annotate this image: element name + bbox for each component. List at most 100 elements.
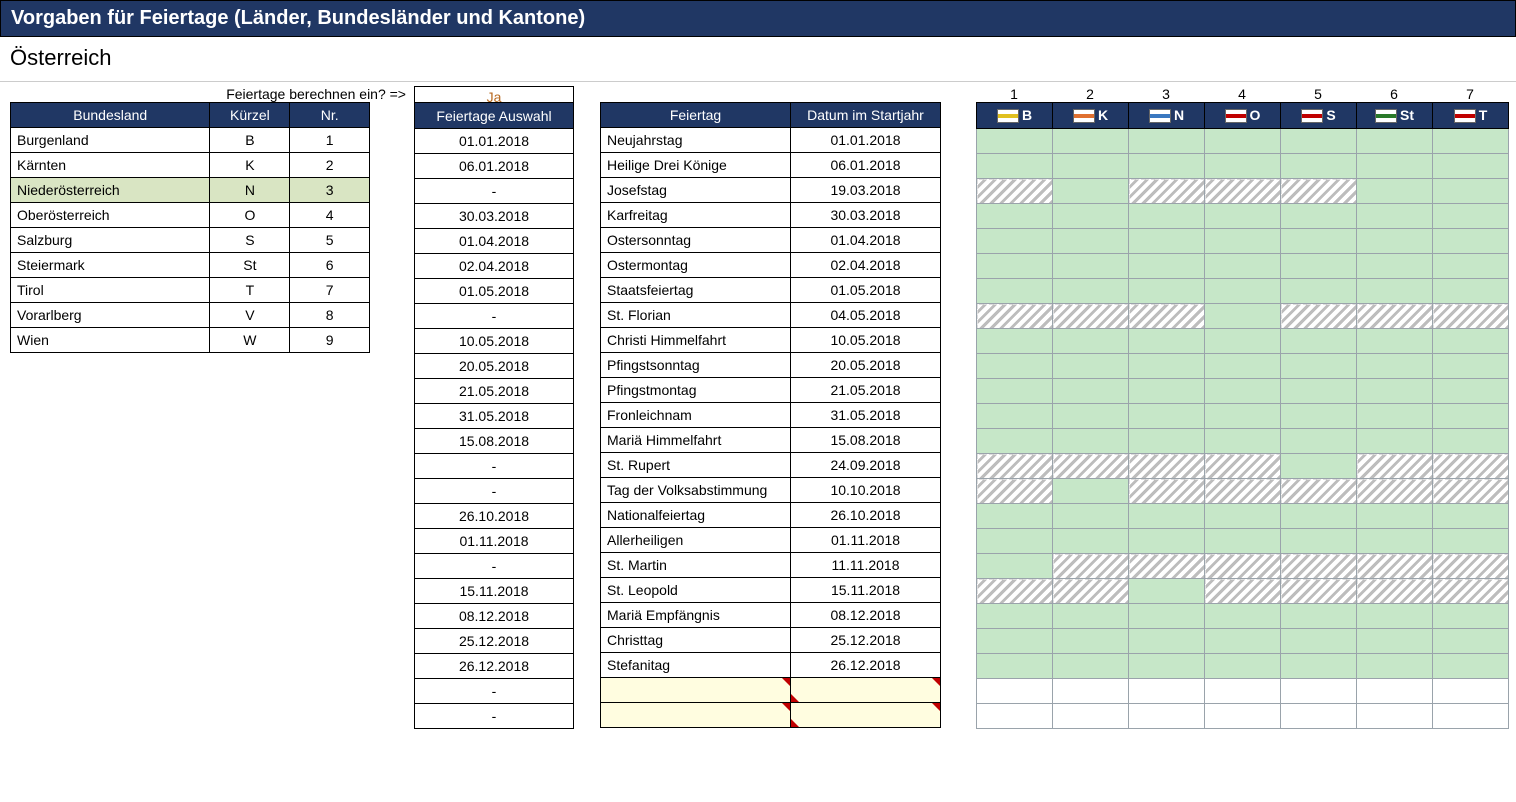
- matrix-cell[interactable]: [1281, 229, 1357, 254]
- matrix-cell[interactable]: [977, 429, 1053, 454]
- matrix-cell[interactable]: [1205, 204, 1281, 229]
- matrix-cell[interactable]: [1357, 554, 1433, 579]
- matrix-cell[interactable]: [1281, 304, 1357, 329]
- matrix-cell[interactable]: [977, 304, 1053, 329]
- matrix-cell[interactable]: [977, 354, 1053, 379]
- matrix-cell[interactable]: [1053, 254, 1129, 279]
- matrix-cell[interactable]: [1129, 229, 1205, 254]
- selection-cell[interactable]: 26.12.2018: [415, 654, 574, 679]
- matrix-cell[interactable]: [977, 479, 1053, 504]
- matrix-cell[interactable]: [1053, 704, 1129, 729]
- matrix-cell[interactable]: [1433, 229, 1509, 254]
- state-row[interactable]: VorarlbergV8: [11, 303, 370, 328]
- selection-cell[interactable]: -: [415, 554, 574, 579]
- matrix-cell[interactable]: [977, 529, 1053, 554]
- selection-cell[interactable]: 08.12.2018: [415, 604, 574, 629]
- matrix-cell[interactable]: [1053, 404, 1129, 429]
- matrix-cell[interactable]: [1357, 404, 1433, 429]
- matrix-cell[interactable]: [1205, 679, 1281, 704]
- matrix-cell[interactable]: [1281, 204, 1357, 229]
- matrix-cell[interactable]: [1281, 254, 1357, 279]
- matrix-cell[interactable]: [1205, 654, 1281, 679]
- matrix-cell[interactable]: [1281, 404, 1357, 429]
- matrix-cell[interactable]: [1433, 329, 1509, 354]
- matrix-cell[interactable]: [977, 179, 1053, 204]
- matrix-cell[interactable]: [1053, 554, 1129, 579]
- matrix-cell[interactable]: [1205, 304, 1281, 329]
- selection-cell[interactable]: -: [415, 704, 574, 729]
- matrix-cell[interactable]: [1129, 354, 1205, 379]
- matrix-cell[interactable]: [1053, 629, 1129, 654]
- state-row[interactable]: KärntenK2: [11, 153, 370, 178]
- holiday-date[interactable]: [791, 703, 941, 728]
- matrix-cell[interactable]: [1281, 604, 1357, 629]
- matrix-cell[interactable]: [1053, 154, 1129, 179]
- matrix-cell[interactable]: [1053, 654, 1129, 679]
- matrix-cell[interactable]: [1281, 554, 1357, 579]
- state-row[interactable]: BurgenlandB1: [11, 128, 370, 153]
- matrix-cell[interactable]: [1053, 129, 1129, 154]
- matrix-cell[interactable]: [1281, 379, 1357, 404]
- holiday-name[interactable]: [601, 678, 791, 703]
- matrix-cell[interactable]: [1357, 229, 1433, 254]
- matrix-cell[interactable]: [1129, 454, 1205, 479]
- matrix-cell[interactable]: [1129, 629, 1205, 654]
- state-row[interactable]: TirolT7: [11, 278, 370, 303]
- matrix-cell[interactable]: [1357, 529, 1433, 554]
- matrix-cell[interactable]: [1433, 679, 1509, 704]
- matrix-cell[interactable]: [1205, 254, 1281, 279]
- matrix-cell[interactable]: [977, 329, 1053, 354]
- matrix-cell[interactable]: [1433, 629, 1509, 654]
- matrix-cell[interactable]: [1357, 429, 1433, 454]
- matrix-cell[interactable]: [1053, 679, 1129, 704]
- matrix-cell[interactable]: [1433, 254, 1509, 279]
- matrix-cell[interactable]: [977, 229, 1053, 254]
- matrix-cell[interactable]: [1281, 704, 1357, 729]
- matrix-cell[interactable]: [1433, 579, 1509, 604]
- matrix-cell[interactable]: [1205, 404, 1281, 429]
- matrix-cell[interactable]: [977, 379, 1053, 404]
- matrix-cell[interactable]: [1053, 529, 1129, 554]
- matrix-cell[interactable]: [1281, 129, 1357, 154]
- selection-cell[interactable]: 01.11.2018: [415, 529, 574, 554]
- matrix-cell[interactable]: [1053, 204, 1129, 229]
- matrix-cell[interactable]: [1053, 604, 1129, 629]
- matrix-cell[interactable]: [1281, 329, 1357, 354]
- matrix-cell[interactable]: [1357, 329, 1433, 354]
- matrix-cell[interactable]: [977, 454, 1053, 479]
- matrix-cell[interactable]: [1433, 379, 1509, 404]
- matrix-cell[interactable]: [1281, 179, 1357, 204]
- matrix-cell[interactable]: [1129, 704, 1205, 729]
- matrix-cell[interactable]: [1433, 154, 1509, 179]
- selection-cell[interactable]: 10.05.2018: [415, 329, 574, 354]
- matrix-cell[interactable]: [1205, 529, 1281, 554]
- matrix-cell[interactable]: [1281, 479, 1357, 504]
- matrix-cell[interactable]: [1053, 329, 1129, 354]
- matrix-cell[interactable]: [977, 654, 1053, 679]
- matrix-cell[interactable]: [1357, 379, 1433, 404]
- matrix-cell[interactable]: [1433, 354, 1509, 379]
- matrix-cell[interactable]: [1129, 254, 1205, 279]
- matrix-cell[interactable]: [977, 704, 1053, 729]
- matrix-cell[interactable]: [1357, 204, 1433, 229]
- matrix-cell[interactable]: [1433, 704, 1509, 729]
- matrix-cell[interactable]: [1205, 704, 1281, 729]
- matrix-cell[interactable]: [1129, 304, 1205, 329]
- matrix-cell[interactable]: [1281, 354, 1357, 379]
- matrix-cell[interactable]: [1205, 229, 1281, 254]
- matrix-cell[interactable]: [1129, 554, 1205, 579]
- matrix-cell[interactable]: [1433, 604, 1509, 629]
- matrix-cell[interactable]: [1357, 354, 1433, 379]
- matrix-cell[interactable]: [1357, 304, 1433, 329]
- matrix-cell[interactable]: [1129, 504, 1205, 529]
- matrix-cell[interactable]: [1129, 329, 1205, 354]
- selection-cell[interactable]: 26.10.2018: [415, 504, 574, 529]
- matrix-cell[interactable]: [1205, 479, 1281, 504]
- matrix-cell[interactable]: [1205, 129, 1281, 154]
- matrix-cell[interactable]: [1129, 379, 1205, 404]
- matrix-cell[interactable]: [1357, 604, 1433, 629]
- selection-cell[interactable]: 01.04.2018: [415, 229, 574, 254]
- matrix-cell[interactable]: [1281, 529, 1357, 554]
- matrix-cell[interactable]: [1433, 654, 1509, 679]
- matrix-cell[interactable]: [1205, 554, 1281, 579]
